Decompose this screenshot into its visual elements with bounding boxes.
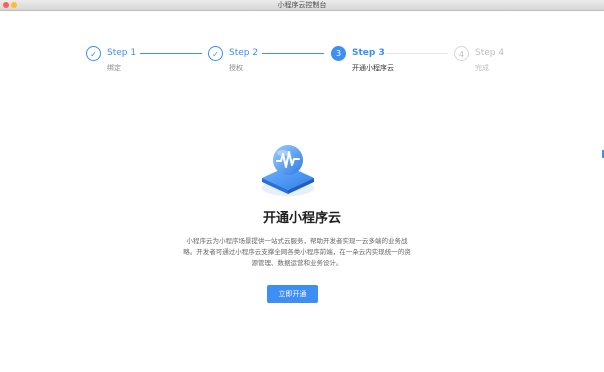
- activate-button[interactable]: 立即开通: [267, 285, 318, 303]
- cloud-waveform-illustration: [256, 140, 320, 198]
- step-connector: [140, 53, 202, 54]
- window-titlebar: 小程序云控制台: [0, 0, 604, 11]
- step-1-sublabel: 绑定: [107, 64, 121, 72]
- check-icon: ✓: [208, 46, 223, 61]
- description-line: 源管理、数据运营和业务设计。: [251, 259, 343, 267]
- step-3-sublabel: 开通小程序云: [352, 64, 394, 72]
- description-line: 略。开发者可通过小程序云支撑全网各类小程序前端，在一朵云内实现统一的资: [183, 248, 411, 256]
- step-4-sublabel: 完成: [475, 64, 489, 72]
- step-1-label: Step 1: [107, 48, 137, 58]
- page-title: 开通小程序云: [262, 211, 341, 226]
- step-connector: [262, 53, 324, 54]
- check-icon: ✓: [86, 46, 101, 61]
- description-line: 小程序云为小程序场景提供一站式云服务，帮助开发者实现一云多端的业务战: [186, 237, 408, 245]
- setup-steps: ✓ Step 1 绑定 ✓ Step 2 授权 3 Step 3 开通小程序云 …: [0, 40, 604, 80]
- step-3-label: Step 3: [352, 48, 385, 58]
- step-4-number: 4: [454, 46, 469, 61]
- step-4-label: Step 4: [475, 48, 505, 58]
- window-title: 小程序云控制台: [277, 1, 327, 9]
- step-2-sublabel: 授权: [229, 64, 243, 72]
- step-2-label: Step 2: [229, 48, 259, 58]
- step-connector: [386, 53, 448, 54]
- step-3-number: 3: [331, 46, 346, 61]
- description: 小程序云为小程序场景提供一站式云服务，帮助开发者实现一云多端的业务战 略。开发者…: [162, 236, 432, 269]
